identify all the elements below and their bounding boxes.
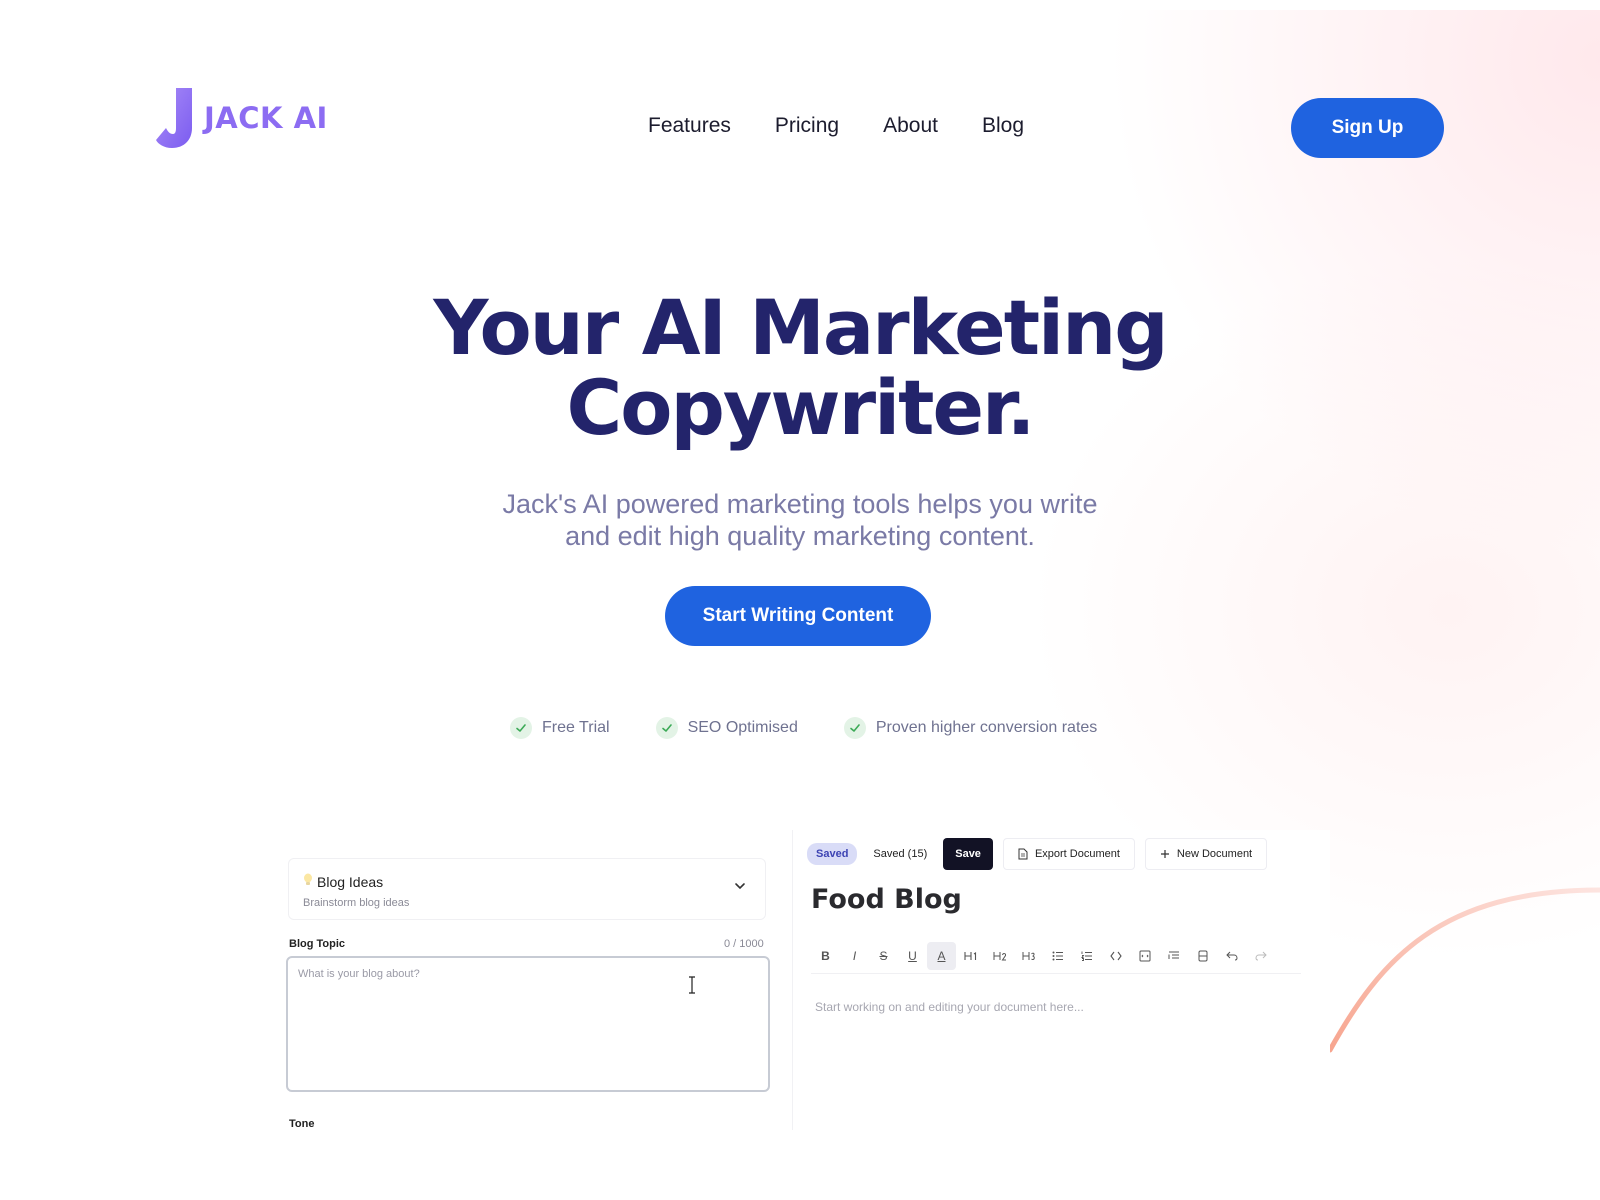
check-icon [655, 717, 678, 739]
nav-item-about[interactable]: About [883, 114, 938, 138]
italic-icon[interactable]: I [840, 942, 869, 970]
document-title[interactable]: Food Blog [811, 884, 962, 915]
bold-icon[interactable]: B [811, 942, 840, 970]
status-badge: Saved [807, 843, 858, 865]
underline-icon[interactable]: U [898, 942, 927, 970]
feature-label: SEO Optimised [687, 719, 798, 736]
format-toolbar: B I S U A [811, 938, 1301, 974]
save-button[interactable]: Save [943, 838, 993, 870]
tool-select[interactable]: Blog Ideas Brainstorm blog ideas [288, 858, 766, 920]
decorative-swoosh [1327, 887, 1600, 1053]
feature-label: Proven higher conversion rates [875, 719, 1098, 736]
code-block-icon[interactable] [1130, 942, 1159, 970]
feature-item: Proven higher conversion rates [843, 717, 1098, 739]
nav-item-pricing[interactable]: Pricing [775, 114, 839, 138]
hero-title: Your AI Marketing Copywriter. [0, 288, 1600, 448]
horizontal-rule-icon[interactable] [1188, 942, 1217, 970]
text-cursor-icon [689, 976, 695, 994]
strikethrough-icon[interactable]: S [869, 942, 898, 970]
tool-name: Blog Ideas [317, 873, 384, 890]
blog-topic-label: Blog Topic [289, 938, 346, 950]
tool-select-title: Blog Ideas [303, 873, 383, 890]
bullet-list-icon[interactable] [1043, 942, 1072, 970]
brand-name: JACK AI [204, 101, 328, 135]
tone-label: Tone [289, 1118, 315, 1130]
document-icon [1018, 848, 1028, 860]
logo-mark-icon [156, 88, 192, 148]
lightbulb-icon [303, 873, 313, 890]
chevron-down-icon[interactable] [733, 879, 747, 898]
heading-3-icon[interactable] [1014, 942, 1043, 970]
feature-item: Free Trial [510, 717, 610, 739]
feature-list: Free Trial SEO Optimised Proven higher c… [510, 717, 1143, 739]
main-nav: Features Pricing About Blog [648, 114, 1024, 138]
brand-logo[interactable]: JACK AI [156, 88, 328, 148]
start-writing-button[interactable]: Start Writing Content [665, 586, 931, 646]
blockquote-icon[interactable] [1159, 942, 1188, 970]
plus-icon [1160, 850, 1169, 858]
landing-page: JACK AI Features Pricing About Blog Sign… [0, 10, 1600, 1130]
character-count: 0 / 1000 [724, 938, 764, 950]
hero-title-line-1: Your AI Marketing [433, 283, 1168, 372]
editor-panel: Saved Saved (15) Save Export Document Ne… [792, 830, 1330, 1130]
heading-2-icon[interactable] [985, 942, 1014, 970]
nav-item-features[interactable]: Features [648, 114, 731, 138]
hero-subtitle-line-2: and edit high quality marketing content. [565, 521, 1035, 551]
editor-placeholder[interactable]: Start working on and editing your docume… [815, 1000, 1084, 1014]
undo-icon[interactable] [1217, 942, 1246, 970]
hero-subtitle: Jack's AI powered marketing tools helps … [460, 488, 1140, 552]
export-document-label: Export Document [1034, 848, 1120, 860]
hero-subtitle-line-1: Jack's AI powered marketing tools helps … [502, 489, 1098, 519]
tool-description: Brainstorm blog ideas [303, 897, 410, 909]
redo-icon[interactable] [1246, 942, 1275, 970]
feature-item: SEO Optimised [655, 717, 798, 739]
export-document-button[interactable]: Export Document [1002, 838, 1135, 870]
feature-label: Free Trial [542, 719, 610, 736]
editor-toolbar: Saved Saved (15) Save Export Document Ne… [807, 838, 1268, 870]
nav-item-blog[interactable]: Blog [982, 114, 1024, 138]
app-preview: Blog Ideas Brainstorm blog ideas Blog To… [270, 830, 1330, 1130]
heading-1-icon[interactable] [956, 942, 985, 970]
new-document-label: New Document [1176, 848, 1253, 860]
blog-topic-input[interactable] [286, 956, 770, 1092]
ordered-list-icon[interactable] [1072, 942, 1101, 970]
check-icon [843, 717, 866, 739]
new-document-button[interactable]: New Document [1144, 838, 1268, 870]
code-icon[interactable] [1101, 942, 1130, 970]
text-color-icon[interactable]: A [927, 941, 956, 970]
sign-up-button[interactable]: Sign Up [1291, 98, 1444, 158]
check-icon [510, 717, 532, 739]
hero-title-line-2: Copywriter. [566, 363, 1035, 452]
generator-panel: Blog Ideas Brainstorm blog ideas Blog To… [270, 830, 790, 1130]
saved-count[interactable]: Saved (15) [867, 848, 933, 860]
